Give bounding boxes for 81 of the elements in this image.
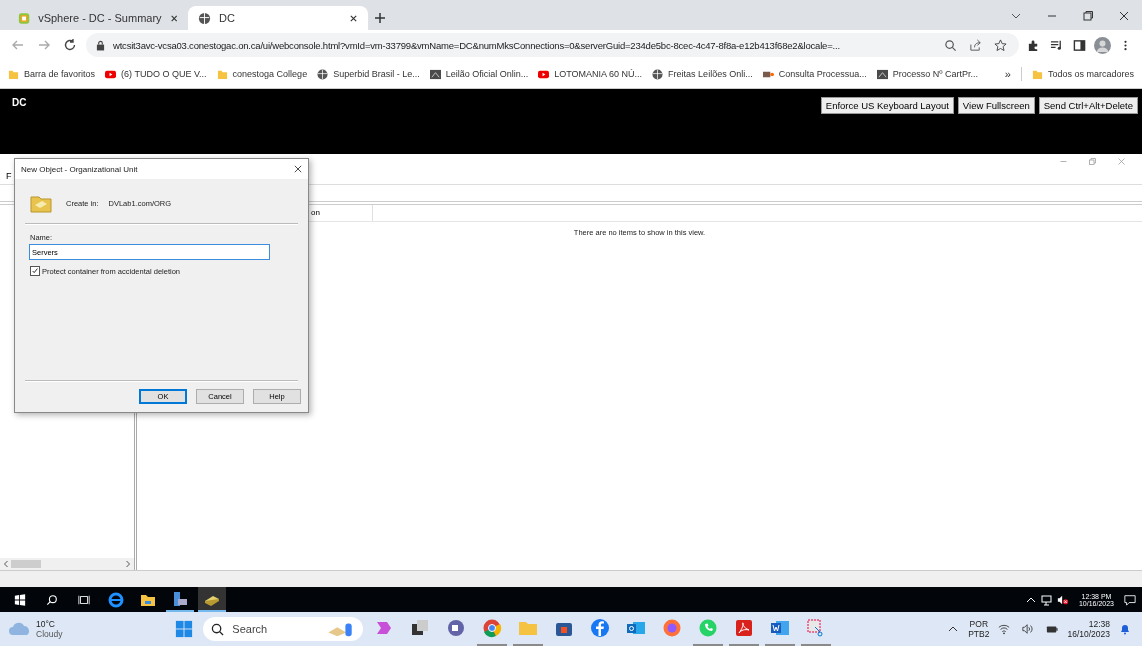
network-icon[interactable] (1040, 593, 1053, 606)
bookmark[interactable]: Consulta Processua... (762, 68, 867, 80)
volume-icon[interactable] (1022, 623, 1035, 635)
language-indicator[interactable]: POR PTB2 (968, 619, 990, 639)
search-icon (211, 622, 225, 636)
bookmark[interactable]: Freitas Leilões Onli... (652, 68, 753, 80)
puzzle-icon[interactable] (1027, 38, 1040, 52)
lock-icon (96, 39, 105, 51)
globe-icon (652, 68, 664, 80)
globe-icon (198, 11, 211, 25)
fox-browser-icon (662, 618, 683, 638)
zoom-icon[interactable] (944, 38, 957, 52)
volume-muted-icon[interactable] (1056, 593, 1069, 606)
clock[interactable]: 12:38 16/10/2023 (1067, 619, 1110, 639)
url-text: wtcsit3avc-vcsa03.conestogac.on.ca/ui/webconsole.html?vmId=vm-33799&vmName=DC&numMksConnections=0&serverGuid=234de5bc-8cec-4c47-8f8a-e12b413f68e2&locale=... (113, 39, 841, 51)
bookmark[interactable]: Processo Nº CartPr... (876, 68, 978, 80)
browser-icon (482, 618, 503, 638)
notification-icon[interactable] (1124, 593, 1136, 606)
wifi-icon[interactable] (998, 623, 1011, 635)
address-bar[interactable]: wtcsit3avc-vcsa03.conestogac.on.ca/ui/webconsole.html?vmId=vm-33799&vmName=DC&numMksConnections=0&serverGuid=234de5bc-8cec-4c47-8f8a-e12b413f68e2&locale=... (86, 33, 1019, 57)
media-icon[interactable] (1050, 38, 1063, 52)
star-icon[interactable] (994, 38, 1007, 52)
bookmark[interactable]: Superbid Brasil - Le... (317, 68, 420, 80)
browser-tab[interactable]: vSphere - DC - Summary (8, 6, 188, 30)
bookmark[interactable]: Barra de favoritos (8, 68, 96, 80)
share-icon[interactable] (969, 38, 982, 52)
site-icon (429, 68, 441, 80)
play-icon (538, 68, 550, 80)
vsphere-icon (18, 11, 31, 25)
server-icon (172, 590, 188, 607)
folder-icon (8, 68, 19, 80)
windows-start-icon[interactable] (175, 620, 194, 638)
weather-widget[interactable]: 10°C Cloudy (8, 619, 63, 639)
bookmark[interactable]: Todos os marcadores (1031, 68, 1134, 80)
close-icon[interactable] (169, 13, 178, 23)
bookmark[interactable]: LOTOMANIA 60 NÚ... (538, 68, 643, 80)
close-icon[interactable] (349, 13, 358, 23)
task-view-icon (410, 618, 431, 638)
f-logo-icon (590, 618, 611, 638)
bookmark[interactable]: conestoga College (216, 68, 308, 80)
restore-icon[interactable] (1082, 10, 1094, 22)
new-tab-icon[interactable] (374, 12, 386, 24)
close-icon[interactable] (1118, 10, 1130, 22)
folder-icon (216, 68, 228, 80)
menu-item[interactable]: F (6, 171, 12, 181)
weather-condition: Cloudy (36, 629, 63, 639)
console-button[interactable]: Send Ctrl+Alt+Delete (1038, 97, 1138, 114)
horizontal-scrollbar[interactable] (0, 558, 134, 570)
side-panel-icon[interactable] (1073, 38, 1086, 52)
avatar-icon[interactable] (1094, 36, 1111, 54)
globe-icon (317, 68, 329, 80)
temperature: 10°C (36, 619, 56, 629)
more-bookmarks-button[interactable]: » (1004, 68, 1011, 80)
browser-tab[interactable]: DC (188, 6, 368, 30)
play-icon (105, 68, 117, 80)
search-icon[interactable] (46, 593, 58, 606)
pdf-icon (734, 618, 755, 638)
e-logo-icon (108, 591, 124, 608)
vm-name: DC (12, 97, 27, 108)
bell-icon[interactable] (1119, 623, 1131, 635)
console-button[interactable]: Enforce US Keyboard Layout (820, 97, 954, 114)
checkmark-icon (31, 267, 39, 275)
scrollbar-thumb[interactable] (11, 560, 41, 568)
cloud-icon (8, 622, 32, 636)
console-button[interactable]: View Fullscreen (957, 97, 1035, 114)
reload-icon[interactable] (63, 38, 77, 52)
document-w-icon (770, 618, 791, 638)
taskbar-app[interactable] (198, 587, 226, 612)
folder-icon (30, 193, 52, 213)
dialog-title: New Object - Organizational Unit (21, 164, 138, 174)
folder-icon (1031, 68, 1043, 80)
bookmark[interactable]: Leilão Oficial Onlin... (429, 68, 529, 80)
battery-icon[interactable] (1046, 623, 1059, 635)
task-view-icon[interactable] (78, 593, 90, 606)
close-icon[interactable] (294, 165, 302, 173)
windows-start-icon[interactable] (14, 593, 26, 606)
bookmark[interactable]: (6) TUDO O QUE V... (105, 68, 207, 80)
search-field[interactable]: Search (203, 617, 364, 641)
video-chat-icon (446, 618, 467, 638)
chat-phone-icon (698, 618, 719, 638)
site-icon (876, 68, 888, 80)
